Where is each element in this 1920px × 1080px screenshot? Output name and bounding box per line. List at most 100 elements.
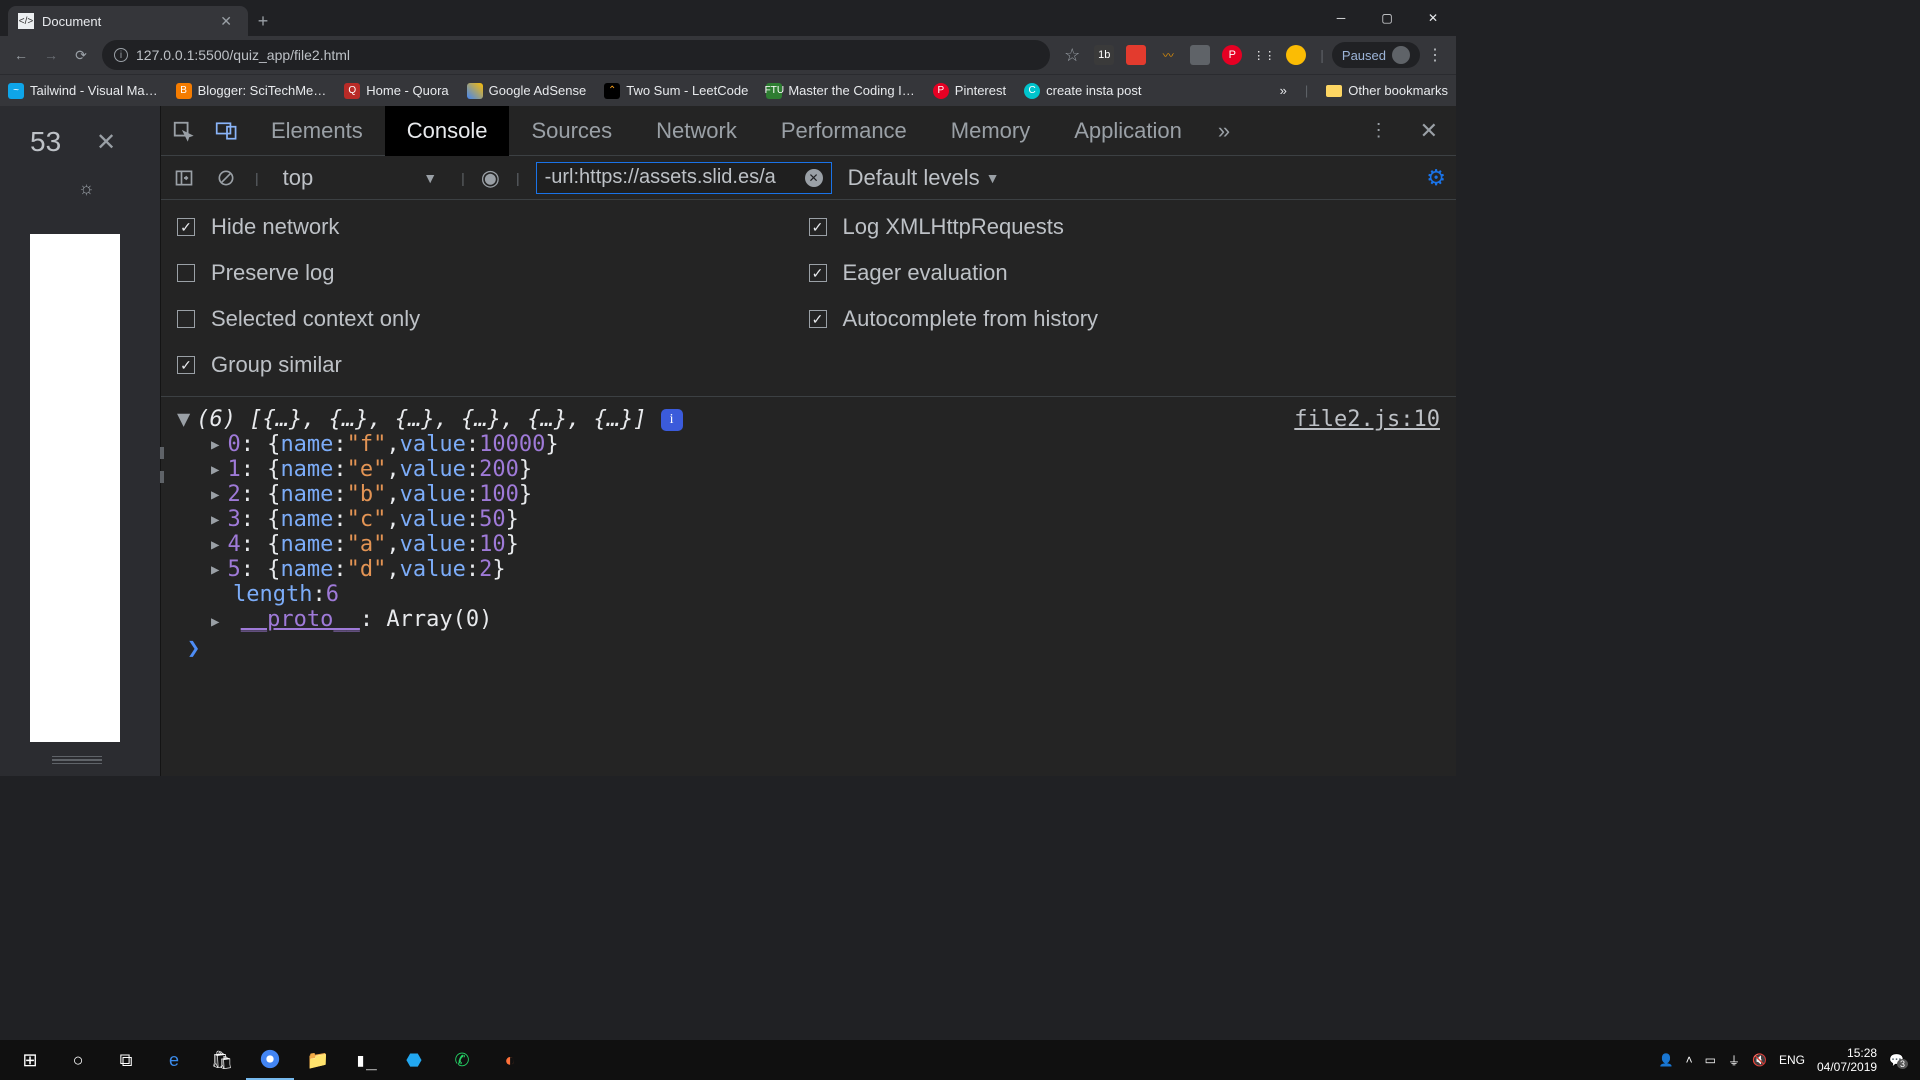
pane-close-icon[interactable]: ✕ — [96, 128, 116, 157]
live-expression-button[interactable]: ◉ — [481, 165, 500, 191]
ext-icon-pinterest[interactable]: P — [1222, 45, 1242, 65]
browser-tab[interactable]: </> Document ✕ — [8, 6, 248, 36]
bookmark-adsense[interactable]: Google AdSense — [467, 83, 587, 99]
tray-clock[interactable]: 15:28 04/07/2019 — [1817, 1046, 1877, 1074]
taskbar-terminal[interactable]: ▮_ — [342, 1040, 390, 1080]
omnibox[interactable]: i 127.0.0.1:5500/quiz_app/file2.html — [102, 40, 1050, 70]
checkbox-icon[interactable] — [177, 218, 195, 236]
devtools-close-button[interactable]: ✕ — [1402, 118, 1456, 144]
setting-autocomplete[interactable]: Autocomplete from history — [809, 306, 1441, 332]
nav-forward-button[interactable]: → — [36, 40, 66, 70]
device-toolbar-button[interactable] — [205, 106, 249, 156]
window-minimize-button[interactable]: ─ — [1318, 0, 1364, 36]
tray-volume-icon[interactable]: 🔇 — [1752, 1053, 1767, 1067]
setting-log-xhr[interactable]: Log XMLHttpRequests — [809, 214, 1441, 240]
bookmark-star-icon[interactable]: ☆ — [1064, 45, 1080, 66]
taskbar-ie[interactable]: e — [150, 1040, 198, 1080]
console-filter-input[interactable]: -url:https://assets.slid.es/a ✕ — [536, 162, 832, 194]
log-summary-line[interactable]: ▼ (6) [{…}, {…}, {…}, {…}, {…}, {…}] i f… — [177, 407, 1440, 432]
checkbox-icon[interactable] — [177, 356, 195, 374]
ext-icon-wave[interactable]: 〰 — [1158, 45, 1178, 65]
tray-up-icon[interactable]: ˄ — [1686, 1053, 1693, 1067]
devtools-menu-button[interactable]: ⋮ — [1356, 120, 1402, 141]
checkbox-icon[interactable] — [809, 218, 827, 236]
bookmark-pinterest[interactable]: PPinterest — [933, 83, 1006, 99]
tray-battery-icon[interactable]: ▭ — [1705, 1053, 1716, 1067]
setting-group-similar[interactable]: Group similar — [177, 352, 809, 378]
checkbox-icon[interactable] — [177, 264, 195, 282]
bookmarks-overflow[interactable]: » — [1280, 83, 1287, 98]
taskbar-explorer[interactable]: 📁 — [294, 1040, 342, 1080]
expand-caret-icon[interactable]: ▶ — [211, 487, 219, 503]
source-link[interactable]: file2.js:10 — [1294, 407, 1440, 432]
expand-caret-icon[interactable]: ▶ — [211, 462, 219, 478]
setting-hide-network[interactable]: Hide network — [177, 214, 809, 240]
site-info-icon[interactable]: i — [114, 48, 128, 62]
tab-memory[interactable]: Memory — [929, 106, 1052, 156]
setting-eager-eval[interactable]: Eager evaluation — [809, 260, 1441, 286]
tab-elements[interactable]: Elements — [249, 106, 385, 156]
array-item-line[interactable]: ▶2: {name: "b", value: 100} — [177, 482, 1440, 507]
context-selector[interactable]: top ▼ — [275, 165, 445, 191]
expand-caret-icon[interactable]: ▶ — [211, 512, 219, 528]
tray-notifications-icon[interactable]: 💬3 — [1889, 1053, 1904, 1067]
setting-preserve-log[interactable]: Preserve log — [177, 260, 809, 286]
ext-icon-dots[interactable]: ⋮⋮ — [1254, 45, 1274, 65]
bookmark-tailwind[interactable]: ~Tailwind - Visual Ma… — [8, 83, 158, 99]
collapse-caret-icon[interactable]: ▼ — [177, 407, 190, 432]
new-tab-button[interactable]: + — [248, 6, 278, 36]
tab-sources[interactable]: Sources — [509, 106, 634, 156]
task-view-button[interactable]: ⧉ — [102, 1040, 150, 1080]
window-maximize-button[interactable]: ▢ — [1364, 0, 1410, 36]
slide-thumbnail[interactable] — [30, 234, 120, 742]
array-item-line[interactable]: ▶3: {name: "c", value: 50} — [177, 507, 1440, 532]
console-settings-button[interactable]: ⚙ — [1426, 165, 1446, 191]
tray-lang[interactable]: ENG — [1779, 1053, 1805, 1067]
clear-console-button[interactable] — [213, 165, 239, 191]
checkbox-icon[interactable] — [177, 310, 195, 328]
browser-menu-button[interactable]: ⋮ — [1420, 45, 1450, 65]
clear-filter-icon[interactable]: ✕ — [805, 169, 823, 187]
window-close-button[interactable]: ✕ — [1410, 0, 1456, 36]
array-item-line[interactable]: ▶5: {name: "d", value: 2} — [177, 557, 1440, 582]
log-levels-selector[interactable]: Default levels ▼ — [848, 165, 1000, 191]
tab-network[interactable]: Network — [634, 106, 759, 156]
nav-back-button[interactable]: ← — [6, 40, 36, 70]
other-bookmarks[interactable]: Other bookmarks — [1326, 83, 1448, 98]
ext-icon-grey[interactable] — [1190, 45, 1210, 65]
inspect-element-button[interactable] — [161, 106, 205, 156]
resize-grip-horizontal[interactable] — [52, 756, 102, 764]
bookmark-canva[interactable]: Ccreate insta post — [1024, 83, 1141, 99]
ext-icon-yellow[interactable] — [1286, 45, 1306, 65]
resize-grip-vertical[interactable] — [160, 441, 168, 489]
tab-application[interactable]: Application — [1052, 106, 1204, 156]
taskbar-chrome[interactable] — [246, 1040, 294, 1080]
tab-performance[interactable]: Performance — [759, 106, 929, 156]
bookmark-quora[interactable]: QHome - Quora — [344, 83, 448, 99]
setting-selected-context[interactable]: Selected context only — [177, 306, 809, 332]
tabs-overflow[interactable]: » — [1204, 118, 1244, 144]
start-button[interactable]: ⊞ — [6, 1040, 54, 1080]
tray-people-icon[interactable]: 👤 — [1659, 1053, 1674, 1067]
expand-caret-icon[interactable]: ▶ — [211, 562, 219, 578]
array-item-line[interactable]: ▶0: {name: "f", value: 10000} — [177, 432, 1440, 457]
taskbar-whatsapp[interactable]: ✆ — [438, 1040, 486, 1080]
profile-paused-button[interactable]: Paused — [1332, 42, 1420, 68]
bookmark-leetcode[interactable]: ⌃Two Sum - LeetCode — [604, 83, 748, 99]
bookmark-ftu[interactable]: FTUMaster the Coding I… — [766, 83, 914, 99]
nav-reload-button[interactable]: ⟳ — [66, 40, 96, 70]
ext-icon-1b[interactable]: 1b — [1094, 45, 1114, 65]
bookmark-blogger[interactable]: BBlogger: SciTechMe… — [176, 83, 327, 99]
console-sidebar-toggle[interactable] — [171, 165, 197, 191]
tab-close-icon[interactable]: ✕ — [214, 13, 238, 30]
expand-caret-icon[interactable]: ▶ — [211, 537, 219, 553]
tray-wifi-icon[interactable]: ⏚ — [1728, 1052, 1740, 1069]
checkbox-icon[interactable] — [809, 264, 827, 282]
taskbar-firefox[interactable]: ◐ — [486, 1040, 534, 1080]
array-item-line[interactable]: ▶4: {name: "a", value: 10} — [177, 532, 1440, 557]
ext-icon-red[interactable] — [1126, 45, 1146, 65]
tab-console[interactable]: Console — [385, 106, 510, 156]
taskbar-vscode[interactable]: ⬣ — [390, 1040, 438, 1080]
console-prompt[interactable]: ❯ — [177, 632, 1440, 665]
brightness-icon[interactable]: ☼ — [78, 178, 95, 199]
